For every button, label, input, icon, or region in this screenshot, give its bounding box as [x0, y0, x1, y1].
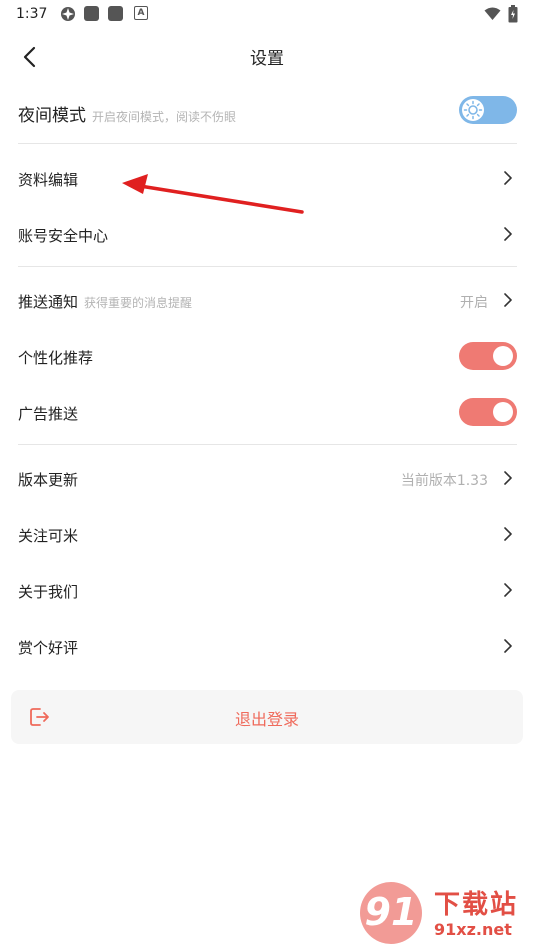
- app-icon: [61, 7, 75, 21]
- status-time: 1:37: [16, 6, 48, 22]
- about-label: 关于我们: [18, 583, 79, 601]
- chevron-right-icon: [504, 171, 512, 185]
- battery-icon: [508, 5, 518, 23]
- watermark-logo: 91 下载站 91xz.net: [360, 882, 530, 946]
- profile-edit-label: 资料编辑: [18, 171, 79, 189]
- about-row[interactable]: 关于我们: [0, 562, 534, 618]
- toggle-knob: [493, 346, 513, 366]
- watermark-badge-text: 91: [364, 890, 418, 934]
- watermark-url: 91xz.net: [434, 920, 512, 939]
- follow-row[interactable]: 关注可米: [0, 506, 534, 562]
- square-icon: [108, 6, 123, 21]
- toggle-knob: [493, 402, 513, 422]
- night-mode-hint: 开启夜间模式，阅读不伤眼: [92, 110, 237, 124]
- ad-push-toggle[interactable]: [459, 398, 517, 426]
- push-notify-value: 开启: [460, 295, 488, 311]
- chevron-right-icon: [504, 227, 512, 241]
- ad-push-row: 广告推送: [0, 384, 534, 440]
- ad-push-label: 广告推送: [18, 405, 79, 423]
- chevron-right-icon: [504, 293, 512, 307]
- night-mode-row: 夜间模式 开启夜间模式，阅读不伤眼: [0, 84, 534, 140]
- push-notify-row[interactable]: 推送通知 获得重要的消息提醒 开启: [0, 272, 534, 328]
- page-title: 设置: [250, 49, 284, 69]
- personalized-row: 个性化推荐: [0, 328, 534, 384]
- push-notify-label: 推送通知: [18, 293, 79, 311]
- version-update-label: 版本更新: [18, 471, 79, 489]
- version-value: 当前版本1.33: [400, 473, 488, 489]
- personalized-toggle[interactable]: [459, 342, 517, 370]
- rate-label: 赏个好评: [18, 639, 79, 657]
- annotation-arrow: [122, 174, 304, 214]
- push-notify-hint: 获得重要的消息提醒: [84, 296, 193, 310]
- logout-label: 退出登录: [234, 710, 299, 729]
- chevron-right-icon: [504, 639, 512, 653]
- a-icon: A: [134, 6, 148, 20]
- version-update-row[interactable]: 版本更新 当前版本1.33: [0, 450, 534, 506]
- sun-icon: [463, 100, 483, 120]
- top-bar: 设置: [0, 30, 534, 82]
- square-icon: [84, 6, 99, 21]
- chevron-right-icon: [504, 583, 512, 597]
- chevron-right-icon: [504, 527, 512, 541]
- rate-row[interactable]: 赏个好评: [0, 618, 534, 674]
- divider: [18, 444, 517, 445]
- toggle-knob: [462, 99, 484, 121]
- divider: [18, 143, 517, 144]
- chevron-right-icon: [504, 471, 512, 485]
- night-mode-label: 夜间模式: [18, 106, 86, 126]
- logout-button[interactable]: 退出登录: [11, 690, 523, 744]
- divider: [18, 266, 517, 267]
- night-mode-toggle[interactable]: [459, 96, 517, 124]
- personalized-label: 个性化推荐: [18, 349, 94, 367]
- watermark-title: 下载站: [434, 890, 519, 920]
- wifi-icon: [484, 7, 501, 20]
- follow-label: 关注可米: [18, 527, 79, 545]
- status-bar: 1:37 A: [0, 0, 534, 30]
- account-security-label: 账号安全中心: [18, 227, 109, 245]
